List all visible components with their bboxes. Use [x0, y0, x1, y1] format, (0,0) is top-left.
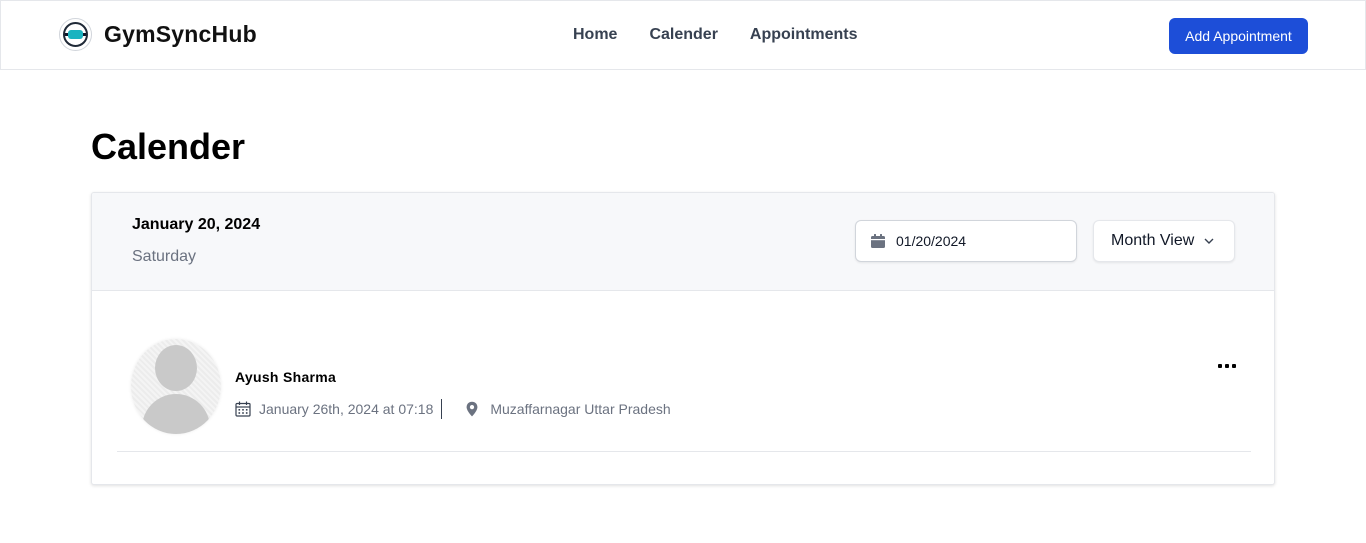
- calendar-icon: [871, 234, 885, 248]
- calendar-grid-icon: [235, 401, 251, 417]
- page-title: Calender: [91, 126, 246, 167]
- appointment-meta: January 26th, 2024 at 07:18 Muzaffarnaga…: [235, 399, 671, 419]
- add-appointment-button[interactable]: Add Appointment: [1169, 18, 1308, 54]
- date-picker[interactable]: [855, 220, 1077, 262]
- nav-link-appointments[interactable]: Appointments: [750, 26, 858, 44]
- brand[interactable]: GymSyncHub: [59, 18, 257, 51]
- calendar-card: January 20, 2024 Saturday Month View Ayu…: [91, 192, 1275, 485]
- selected-date: January 20, 2024: [132, 216, 261, 233]
- map-pin-icon: [466, 401, 478, 417]
- chevron-down-icon: [1204, 238, 1214, 244]
- avatar: [131, 339, 221, 434]
- date-input-field[interactable]: [896, 233, 1066, 249]
- appointment-item[interactable]: Ayush Sharma January 26th, 2024 at 07:18: [117, 291, 1251, 452]
- more-horizontal-icon[interactable]: [1218, 359, 1238, 373]
- appointment-datetime: January 26th, 2024 at 07:18: [259, 401, 434, 417]
- selected-weekday: Saturday: [132, 248, 197, 265]
- gym-logo-icon: [59, 18, 92, 51]
- brand-name: GymSyncHub: [104, 21, 257, 47]
- nav-link-home[interactable]: Home: [573, 26, 617, 44]
- view-mode-select[interactable]: Month View: [1093, 220, 1235, 262]
- meta-divider: [441, 399, 443, 419]
- calendar-card-header: January 20, 2024 Saturday Month View: [92, 193, 1274, 291]
- appointment-name: Ayush Sharma: [235, 369, 337, 385]
- nav-link-calender[interactable]: Calender: [649, 26, 717, 44]
- appointment-location: Muzaffarnagar Uttar Pradesh: [490, 401, 671, 417]
- nav-links: Home Calender Appointments: [573, 26, 857, 44]
- view-mode-label: Month View: [1111, 232, 1195, 249]
- top-navbar: GymSyncHub Home Calender Appointments Ad…: [0, 0, 1366, 70]
